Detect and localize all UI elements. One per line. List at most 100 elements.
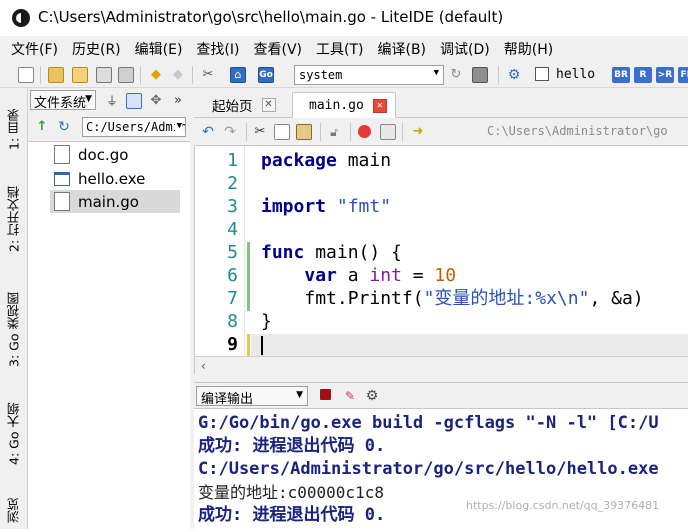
more-chevron-icon[interactable]: »: [170, 93, 186, 109]
menu-edit[interactable]: 编辑(E): [128, 39, 190, 59]
side-tab-browse[interactable]: 浏览: [3, 492, 25, 529]
close-icon[interactable]: ✕: [372, 98, 387, 113]
line-number: 7: [227, 288, 238, 309]
home-icon[interactable]: ⌂: [230, 67, 246, 83]
side-tab-open-documents[interactable]: 2: 打开文档: [3, 176, 25, 262]
back-arrow-icon[interactable]: ◆: [148, 67, 164, 83]
line-number: 5: [227, 242, 238, 263]
code-token-keyword: import: [261, 196, 327, 217]
watermark-text: https://blog.csdn.net/qq_39376481: [466, 499, 660, 512]
side-tab-go-outline[interactable]: 4: Go 大纲: [3, 394, 25, 474]
toolbar-separator: [192, 66, 193, 84]
tools-icon[interactable]: ✂: [200, 67, 216, 83]
file-name: hello.exe: [78, 169, 146, 188]
toolbar-separator: [498, 66, 499, 84]
file-item-doc-go[interactable]: doc.go: [50, 143, 180, 166]
tab-main-go[interactable]: main.go ✕: [292, 92, 396, 118]
code-token-indent: [261, 288, 304, 309]
chevron-down-icon: ▼: [85, 94, 92, 104]
fold-bar: [245, 146, 251, 356]
code-token-indent: [261, 265, 304, 286]
code-editor[interactable]: 1 2 3 4 5 6 7 8 9 package main import "f…: [194, 146, 688, 356]
menu-find[interactable]: 查找(I): [189, 39, 246, 59]
close-icon[interactable]: ✕: [261, 98, 276, 112]
file-name: doc.go: [78, 145, 129, 164]
go-file-icon: [54, 192, 70, 211]
build-run-button[interactable]: BR: [612, 67, 630, 83]
menu-history[interactable]: 历史(R): [65, 39, 128, 59]
chevron-down-icon: ▼: [174, 121, 182, 131]
go-file-icon: [54, 145, 70, 164]
editor-file-path: C:\Users\Administrator\go: [487, 124, 668, 138]
chevron-down-icon: ▼: [433, 68, 439, 78]
clear-output-icon[interactable]: ✎: [342, 388, 358, 404]
code-token-keyword: func: [261, 242, 305, 263]
open-folder-icon[interactable]: [72, 67, 88, 83]
forward-arrow-icon[interactable]: ◆: [170, 67, 186, 83]
go-docs-icon[interactable]: Go: [258, 67, 274, 83]
menu-debug[interactable]: 调试(D): [433, 39, 497, 59]
line-number: 8: [227, 311, 238, 332]
editor-tab-bar: 起始页 ✕ main.go ✕: [194, 88, 688, 118]
output-line: G:/Go/bin/go.exe build -gcflags "-N -l" …: [198, 413, 659, 433]
hello-target-checkbox[interactable]: [535, 67, 549, 81]
output-settings-gear-icon[interactable]: ⚙: [364, 388, 380, 404]
save-all-icon[interactable]: [118, 67, 134, 83]
output-panel-select[interactable]: 编译输出 ▼: [196, 386, 308, 407]
menu-tools[interactable]: 工具(T): [309, 39, 370, 59]
exe-file-icon: [54, 171, 70, 186]
output-line: C:/Users/Administrator/go/src/hello/hell…: [198, 459, 659, 479]
open-file-icon[interactable]: [48, 67, 64, 83]
liteide-app-icon: [12, 9, 30, 27]
output-panel-header: 编译输出 ▼ ✎ ⚙: [194, 382, 688, 408]
code-area[interactable]: package main import "fmt" func main() { …: [261, 146, 688, 356]
code-token-string: "fmt": [326, 196, 392, 217]
refresh-env-icon[interactable]: ↻: [448, 67, 464, 83]
run-button[interactable]: R: [634, 67, 652, 83]
tab-start-page[interactable]: 起始页 ✕: [196, 92, 284, 118]
line-number: 2: [227, 173, 238, 194]
stop-icon[interactable]: [320, 389, 331, 400]
side-tab-go-class-view[interactable]: 3: Go 类视图: [3, 282, 25, 378]
paste-icon[interactable]: [296, 124, 312, 140]
file-run-button[interactable]: FR: [678, 67, 688, 83]
toolbar-separator: [350, 123, 351, 141]
menu-view[interactable]: 查看(V): [246, 39, 309, 59]
hello-target-label: hello: [556, 67, 596, 82]
goto-icon[interactable]: [380, 124, 396, 140]
cut-icon[interactable]: ✂: [252, 124, 268, 140]
file-system-pane: 文件系统 ▼ ⏚ ✥ » ↑ ↻ C:/Users/Administrator …: [28, 88, 190, 529]
file-pane-path-select[interactable]: C:/Users/Administrator ▼: [82, 117, 186, 137]
build-config-gear-icon[interactable]: ⚙: [506, 67, 522, 83]
redo-icon[interactable]: ↷: [222, 124, 238, 140]
editor-horizontal-scrollbar[interactable]: ‹: [194, 356, 688, 374]
undo-icon[interactable]: ↶: [200, 124, 216, 140]
new-file-icon[interactable]: [18, 67, 34, 83]
jump-arrow-icon[interactable]: ➜: [410, 124, 426, 140]
file-pane-mode-select[interactable]: 文件系统 ▼: [30, 90, 96, 110]
build-environment-select[interactable]: system ▼: [294, 65, 444, 85]
file-pane-toolbar: ↑ ↻ C:/Users/Administrator ▼: [28, 114, 190, 140]
menu-help[interactable]: 帮助(H): [497, 39, 560, 59]
line-number-current: 9: [227, 334, 238, 355]
menu-build[interactable]: 编译(B): [370, 39, 433, 59]
move-icon[interactable]: ✥: [148, 93, 164, 109]
save-icon[interactable]: [96, 67, 112, 83]
edit-env-icon[interactable]: [472, 67, 488, 83]
file-pane-header: 文件系统 ▼ ⏚ ✥ »: [28, 88, 190, 114]
breakpoint-icon[interactable]: [358, 125, 371, 138]
refresh-icon[interactable]: ↻: [56, 119, 72, 135]
run-terminal-button[interactable]: >R: [656, 67, 674, 83]
menu-file[interactable]: 文件(F): [4, 39, 65, 59]
split-view-icon[interactable]: [126, 93, 142, 109]
scroll-left-icon[interactable]: ‹: [201, 359, 206, 373]
menu-bar: 文件(F) 历史(R) 编辑(E) 查找(I) 查看(V) 工具(T) 编译(B…: [0, 36, 688, 62]
lock-icon[interactable]: 🔓︎: [326, 124, 342, 140]
file-item-main-go[interactable]: main.go: [50, 190, 180, 213]
code-line-5: func main() {: [261, 242, 402, 264]
copy-icon[interactable]: [274, 124, 290, 140]
file-item-hello-exe[interactable]: hello.exe: [50, 167, 180, 190]
filter-icon[interactable]: ⏚: [104, 93, 120, 109]
up-folder-icon[interactable]: ↑: [34, 119, 50, 135]
side-tab-directory[interactable]: 1: 目录: [3, 98, 25, 160]
